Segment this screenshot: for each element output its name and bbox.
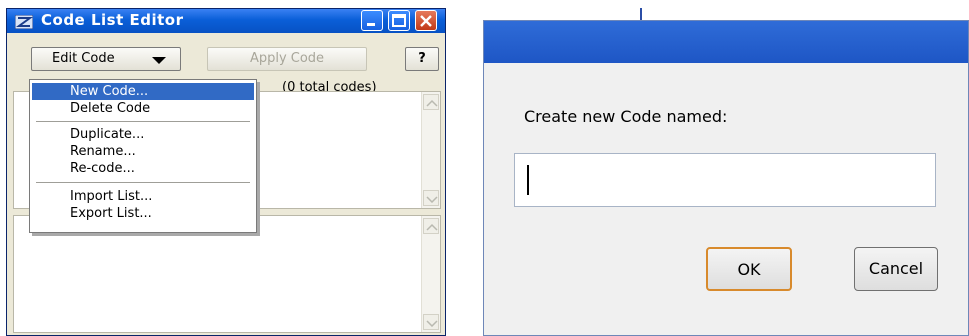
- window-title: Code List Editor: [41, 11, 184, 29]
- menu-separator: [36, 121, 250, 122]
- dialog-prompt: Create new Code named:: [524, 107, 728, 126]
- toolbar: Edit Code Apply Code ?: [7, 33, 445, 71]
- apply-code-button[interactable]: Apply Code: [207, 47, 367, 71]
- close-button[interactable]: [415, 10, 437, 31]
- edit-code-button[interactable]: Edit Code: [31, 47, 181, 71]
- menu-item-rename[interactable]: Rename...: [32, 143, 254, 160]
- maximize-button[interactable]: [388, 10, 410, 31]
- edit-code-label: Edit Code: [52, 51, 115, 66]
- menu-item-import-list[interactable]: Import List...: [32, 188, 254, 205]
- edit-code-menu: New Code... Delete Code Duplicate... Ren…: [29, 79, 257, 233]
- scroll-up-arrow-icon[interactable]: [423, 218, 439, 234]
- code-list-scrollbar[interactable]: [421, 92, 440, 208]
- menu-item-export-list[interactable]: Export List...: [32, 205, 254, 222]
- menu-item-new-code[interactable]: New Code...: [32, 83, 254, 100]
- new-code-dialog: Create new Code named: OK Cancel: [483, 20, 969, 336]
- code-name-input[interactable]: [514, 153, 936, 207]
- chevron-down-icon: [152, 57, 166, 64]
- app-icon: [14, 14, 34, 30]
- dialog-title-bar[interactable]: [484, 21, 968, 63]
- scroll-down-arrow-icon[interactable]: [423, 314, 439, 330]
- scroll-up-arrow-icon[interactable]: [423, 94, 439, 110]
- menu-item-re-code[interactable]: Re-code...: [32, 160, 254, 177]
- minimize-button[interactable]: [361, 10, 383, 31]
- text-caret: [527, 165, 529, 195]
- code-list-editor-window: Code List Editor Edit Code Apply Code ? …: [6, 8, 446, 336]
- menu-separator: [36, 182, 250, 183]
- scroll-down-arrow-icon[interactable]: [423, 190, 439, 206]
- title-bar[interactable]: Code List Editor: [7, 9, 445, 33]
- menu-item-delete-code[interactable]: Delete Code: [32, 100, 254, 117]
- detail-scrollbar[interactable]: [421, 216, 440, 332]
- cancel-button[interactable]: Cancel: [854, 247, 938, 291]
- help-button[interactable]: ?: [405, 47, 439, 71]
- ok-button[interactable]: OK: [706, 247, 792, 291]
- menu-item-duplicate[interactable]: Duplicate...: [32, 126, 254, 143]
